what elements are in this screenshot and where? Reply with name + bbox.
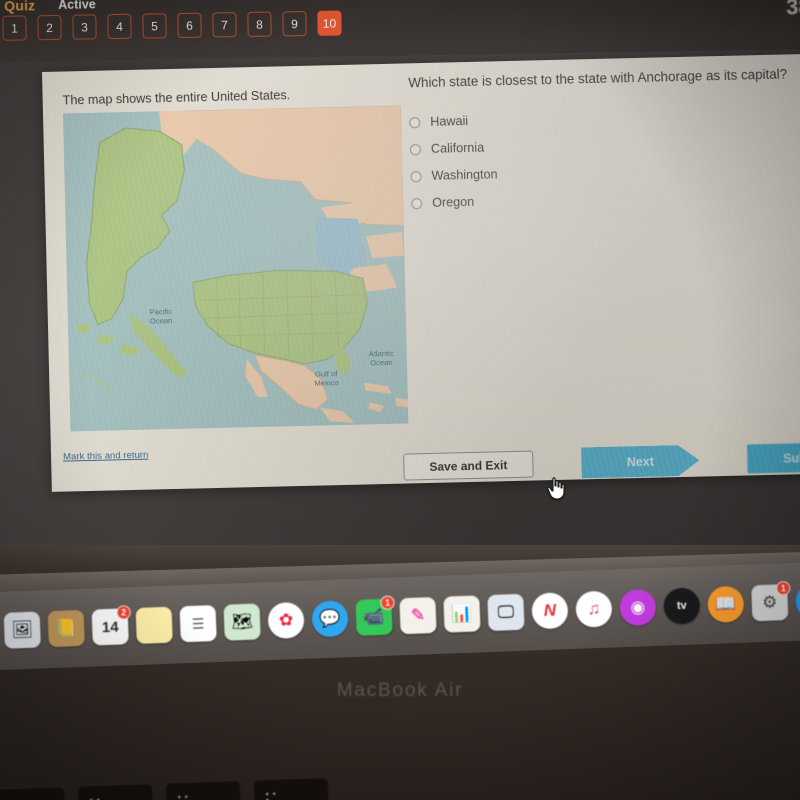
news-app-icon[interactable]: N	[531, 592, 569, 630]
radio-button-icon[interactable]	[409, 116, 421, 129]
map-label-pacific-ocean: Pacific Ocean	[149, 307, 173, 327]
contacts-app-icon[interactable]: 📒	[47, 609, 85, 648]
messages-app-icon[interactable]: 💬	[311, 600, 349, 638]
answer-label: Oregon	[432, 195, 475, 211]
laptop-body: 🖼 📒 14 2 ☰ 🗺 ✿ 💬 📹 1 ✎ 📊 🖵 N ♫ ◉ tv 📖 ⚙ …	[0, 545, 800, 800]
keynote-app-icon[interactable]: 🖵	[487, 593, 525, 632]
question-number-9[interactable]: 9	[282, 11, 307, 37]
system-preferences-icon[interactable]: ⚙ 1	[751, 580, 791, 622]
keyboard-key[interactable]	[77, 783, 154, 800]
photo-of-laptop-screen: Quiz Active 1 2 3 4 5 6 7 8 9 10 TIME R …	[0, 0, 800, 800]
photos-wheel-icon[interactable]: ✿	[267, 601, 305, 640]
question-number-1[interactable]: 1	[2, 15, 27, 41]
time-remaining: TIME R 38	[778, 0, 800, 21]
maps-app-icon[interactable]: 🗺	[223, 603, 261, 641]
question-column: Which state is closest to the state with…	[408, 63, 800, 217]
map-caption: The map shows the entire United States.	[62, 88, 291, 108]
notes-app-icon[interactable]	[135, 606, 173, 644]
map-label-gulf-of-mexico: Gulf of Mexico	[314, 369, 339, 389]
quiz-content-panel: The map shows the entire United States.	[42, 53, 800, 492]
quiz-topbar: Quiz Active 1 2 3 4 5 6 7 8 9 10 TIME R …	[0, 0, 800, 62]
question-number-8[interactable]: 8	[247, 11, 272, 37]
music-app-icon[interactable]: ♫	[575, 590, 613, 628]
map-label-atlantic-ocean: Atlantic Ocean	[368, 348, 394, 368]
question-number-2[interactable]: 2	[37, 14, 62, 41]
pages-app-icon[interactable]: ✎	[399, 596, 437, 635]
calendar-app-icon[interactable]: 14 2	[91, 605, 131, 646]
keyboard-key[interactable]	[0, 786, 66, 800]
system-preferences-badge: 1	[775, 580, 791, 596]
answer-choices: Hawaii California Washington Oregon	[409, 99, 800, 217]
answer-label: California	[430, 140, 485, 157]
books-app-icon[interactable]: 📖	[707, 585, 745, 623]
time-remaining-value: 38	[786, 0, 800, 20]
podcasts-app-icon[interactable]: ◉	[619, 588, 657, 627]
submit-button[interactable]: Submit	[746, 441, 800, 474]
quiz-action-buttons: Save and Exit Next Submit	[403, 441, 800, 483]
question-number-6[interactable]: 6	[177, 12, 202, 39]
keyboard-keys	[0, 745, 800, 800]
keyboard-key[interactable]	[253, 776, 329, 800]
answer-label: Washington	[431, 167, 498, 184]
photos-app-icon[interactable]: 🖼	[3, 611, 41, 649]
facetime-badge: 1	[380, 595, 395, 610]
quiz-status: Active	[58, 0, 96, 12]
question-number-3[interactable]: 3	[72, 14, 97, 40]
answer-label: Hawaii	[430, 114, 469, 130]
facetime-app-icon[interactable]: 📹 1	[355, 595, 395, 636]
question-number-4[interactable]: 4	[107, 13, 132, 40]
laptop-screen: Quiz Active 1 2 3 4 5 6 7 8 9 10 TIME R …	[0, 0, 800, 570]
map-svg	[62, 105, 409, 432]
reminders-app-icon[interactable]: ☰	[179, 605, 217, 643]
hand-cursor-icon	[547, 477, 565, 500]
next-button[interactable]: Next	[581, 445, 700, 479]
radio-button-icon[interactable]	[409, 143, 422, 156]
question-number-7[interactable]: 7	[212, 12, 237, 38]
calendar-badge: 2	[116, 605, 131, 620]
apple-tv-app-icon[interactable]: tv	[663, 587, 701, 625]
united-states-map-image: Pacific Ocean Atlantic Ocean Gulf of Mex…	[62, 105, 409, 432]
numbers-app-icon[interactable]: 📊	[443, 595, 481, 633]
question-number-10-active[interactable]: 10	[317, 10, 342, 36]
question-text: Which state is closest to the state with…	[408, 66, 788, 91]
keyboard-key[interactable]	[165, 779, 242, 800]
save-and-exit-button[interactable]: Save and Exit	[403, 450, 534, 481]
radio-button-icon[interactable]	[411, 197, 423, 210]
macbook-brand-text: MacBook Air	[336, 680, 464, 701]
radio-button-icon[interactable]	[410, 170, 422, 183]
mark-this-and-return-link[interactable]: Mark this and return	[63, 450, 149, 463]
question-number-nav: 1 2 3 4 5 6 7 8 9 10	[2, 10, 342, 41]
question-number-5[interactable]: 5	[142, 13, 167, 39]
quiz-title: Quiz	[4, 0, 36, 14]
app-store-icon[interactable]: A	[795, 582, 800, 620]
